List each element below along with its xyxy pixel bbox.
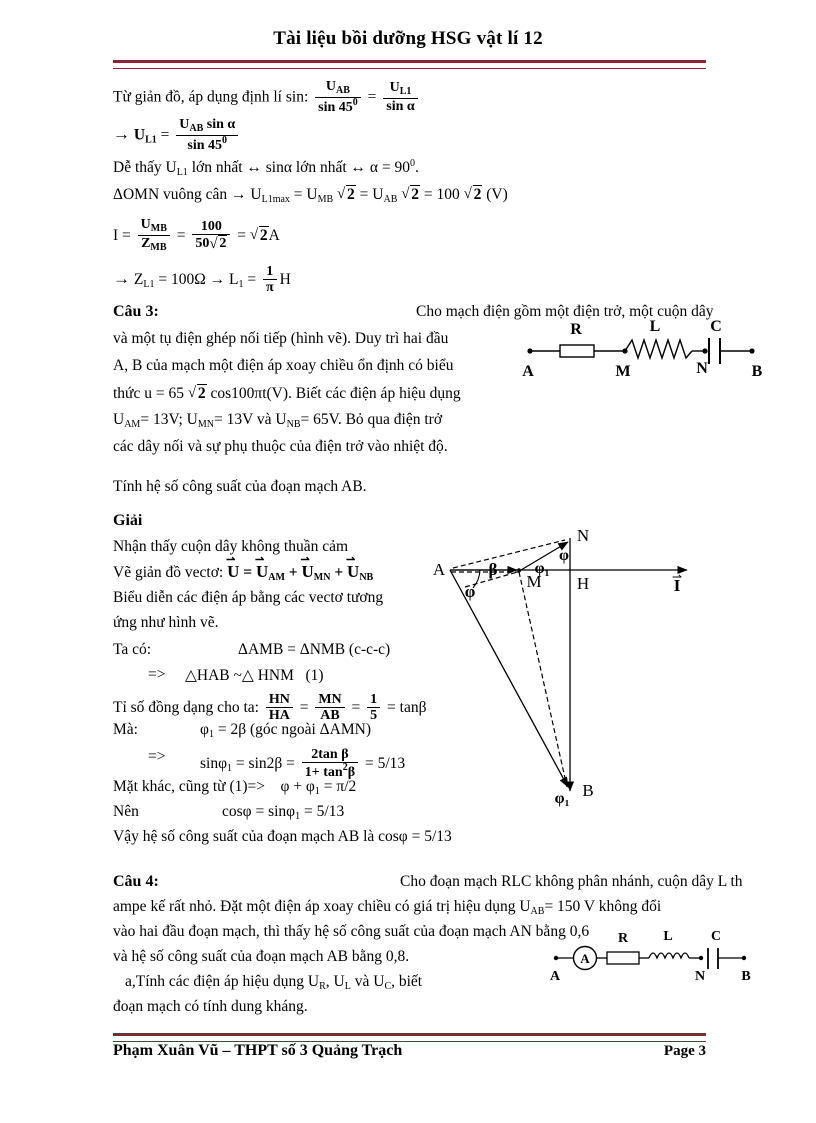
label-L: L xyxy=(650,318,661,335)
node-label-B-2: B xyxy=(741,969,750,984)
giai-cosphi-line: cosφ = sinφ1 = 5/13 xyxy=(222,803,345,822)
angle-label-beta: β xyxy=(489,560,498,579)
vector-label-A: A xyxy=(433,560,446,579)
vector-label-B: B xyxy=(582,781,593,800)
sin-law-line: Từ giản đồ, áp dụng định lí sin: UAB sin… xyxy=(113,79,421,116)
node-label-A-2: A xyxy=(550,969,561,984)
cau3-line6: các dây nối và sự phụ thuộc của điện trở… xyxy=(113,438,448,455)
cau4-line2: ampe kế rất nhỏ. Đặt một điện áp xoay ch… xyxy=(113,898,662,917)
cau3-line3: A, B của mạch một điện áp xoay chiều ổn … xyxy=(113,357,454,374)
cau3-line2: và một tụ điện ghép nối tiếp (hình vẽ). … xyxy=(113,330,449,347)
omn-triangle-line: ΔOMN vuông cân → UL1max = UMB √ 2 = UAB √… xyxy=(113,185,508,205)
ammeter-symbol: A xyxy=(580,951,590,966)
cau4-line4: và hệ số công suất của đoạn mạch AB bằng… xyxy=(113,948,410,965)
sqrt-2-result: √ 2 xyxy=(249,225,269,244)
footer-author: Phạm Xuân Vũ – THPT số 3 Quảng Trạch xyxy=(113,1042,403,1059)
node-label-N: N xyxy=(696,360,708,377)
angle-label-phi1-B: φ₁ xyxy=(555,790,570,807)
cau4-intro: Cho đoạn mạch RLC không phân nhánh, cuộn… xyxy=(400,873,743,890)
header-title: Tài liệu bồi dưỡng HSG vật lí 12 xyxy=(273,28,543,49)
node-label-B: B xyxy=(752,363,763,380)
vector-label-H: H xyxy=(577,574,589,593)
label-R: R xyxy=(570,321,582,338)
circuit-diagram-cau3: R L C A M N B xyxy=(520,318,770,382)
giai-implies-1: => xyxy=(148,666,166,683)
node-label-M: M xyxy=(615,363,630,380)
label-R-2: R xyxy=(618,931,629,946)
frac-2tanb-over-1plustan2b: 2tan β 1+ tan2β xyxy=(301,747,359,780)
vector-U-MN: ⇀ U xyxy=(300,554,314,581)
giai-taco-lead: Ta có: xyxy=(113,641,152,658)
frac-HN-HA: HN HA xyxy=(265,692,293,723)
cau3-question: Tính hệ số công suất của đoạn mạch AB. xyxy=(113,478,367,495)
giai-taco-body: ΔAMB = ΔNMB (c-c-c) xyxy=(238,641,391,658)
giai-line4: ứng như hình vẽ. xyxy=(113,614,219,631)
hundred-over-fifty-sqrt2: 100 50 √ 2 xyxy=(192,219,231,252)
label-L-2: L xyxy=(663,929,672,944)
frac-1-5: 1 5 xyxy=(367,692,381,723)
angle-label-phi-N: φ xyxy=(559,547,569,564)
header-divider xyxy=(113,60,706,69)
cau3-line5: UAM= 13V; UMN= 13V và UNB= 65V. Bỏ qua đ… xyxy=(113,411,443,430)
current-calc-line: I = UMB ZMB = 100 50 √ 2 = √ 2A xyxy=(113,217,280,254)
page-header: Tài liệu bồi dưỡng HSG vật lí 12 xyxy=(113,28,703,50)
giai-phi1-2beta: φ1 = 2β (góc ngoài ΔAMN) xyxy=(200,721,371,740)
vector-diagram-cau3: A M N H B β φ φ φ₁ φ₁ I ⇀ xyxy=(425,515,715,825)
vector-U-NB: ⇀ U xyxy=(346,554,360,581)
max-condition-line: Dễ thấy UL1 lớn nhất ↔ sinα lớn nhất ↔ α… xyxy=(113,158,419,178)
cau3-label: Câu 3: xyxy=(113,303,159,320)
vector-U-AM: ⇀ U xyxy=(254,554,269,581)
giai-nen-lead: Nên xyxy=(113,803,139,820)
node-label-N-2: N xyxy=(695,969,705,984)
ul1-fraction: UAB sin α sin 450 xyxy=(176,117,239,153)
sqrt-2-cau3: √ 2 xyxy=(187,384,207,402)
cau3-line4: thức u = 65 √ 2 cos100πt(V). Biết các điệ… xyxy=(113,384,461,402)
angle-label-phi-A: φ xyxy=(465,582,476,601)
giai-ratio-line: Tỉ số đồng dạng cho ta: HN HA = MN AB = … xyxy=(113,692,427,724)
circuit-diagram-cau4: R L C A A N B xyxy=(548,928,783,986)
sqrt-2-a: √ 2 xyxy=(337,185,356,203)
vector-label-N: N xyxy=(577,526,589,545)
label-C: C xyxy=(710,318,722,335)
umb-over-zmb: UMB ZMB xyxy=(137,217,170,254)
giai-conclusion: Vậy hệ số công suất của đoạn mạch AB là … xyxy=(113,828,452,845)
page-footer: Phạm Xuân Vũ – THPT số 3 Quảng Trạch Pag… xyxy=(113,1042,706,1060)
cau4-line6: đoạn mạch có tính dung kháng. xyxy=(113,998,308,1015)
document-page: Tài liệu bồi dưỡng HSG vật lí 12 Từ giản… xyxy=(0,0,816,1123)
giai-ma-lead: Mà: xyxy=(113,721,138,738)
frac-MN-AB: MN AB xyxy=(315,692,345,723)
giai-vector-eq-line: Vẽ giản đồ vectơ: ⇀ U = ⇀ UAM + ⇀ UMN + ⇀ UN… xyxy=(113,554,374,583)
inductance-result-line: → ZL1 = 100Ω → L1 = 1 π H xyxy=(113,264,291,296)
ul1-over-sinalpha: UL1 sin α xyxy=(383,80,418,114)
cau4-label: Câu 4: xyxy=(113,873,159,890)
giai-heading: Giải xyxy=(113,512,143,529)
sqrt-2-c: √ 2 xyxy=(463,185,483,203)
cau4-line3: vào hai đầu đoạn mạch, thì thấy hệ số cô… xyxy=(113,923,590,940)
sqrt-2-b: √ 2 xyxy=(401,185,421,203)
giai-similar-triangles: △HAB ~△ HNM (1) xyxy=(185,667,324,684)
axis-label-I-arrow: ⇀ xyxy=(672,570,682,584)
equals-sign: = xyxy=(367,88,377,106)
sin-law-lead: Từ giản đồ, áp dụng định lí sin: xyxy=(113,88,309,106)
giai-implies-2: => xyxy=(148,748,166,765)
giai-matkhac-line: Mặt khác, cũng từ (1)=> φ + φ1 = π/2 xyxy=(113,778,357,797)
uab-over-sin45: UAB sin 450 xyxy=(315,79,361,115)
angle-label-phi1-M: φ₁ xyxy=(535,560,550,577)
cau4-line5: a,Tính các điện áp hiệu dụng UR, UL và U… xyxy=(125,973,423,992)
footer-divider xyxy=(113,1033,706,1042)
giai-sinphi1-line: sinφ1 = sin2β = 2tan β 1+ tan2β = 5/13 xyxy=(200,747,406,781)
label-C-2: C xyxy=(711,929,721,944)
giai-line3: Biểu diễn các điện áp bằng các vectơ tươ… xyxy=(113,589,384,606)
node-label-A: A xyxy=(522,363,534,380)
footer-page-number: Page 3 xyxy=(663,1043,706,1059)
one-over-pi: 1 π xyxy=(262,264,277,295)
vector-U: ⇀ U xyxy=(226,554,240,581)
ul1-formula-line: → UL1 = UAB sin α sin 450 xyxy=(113,117,241,154)
